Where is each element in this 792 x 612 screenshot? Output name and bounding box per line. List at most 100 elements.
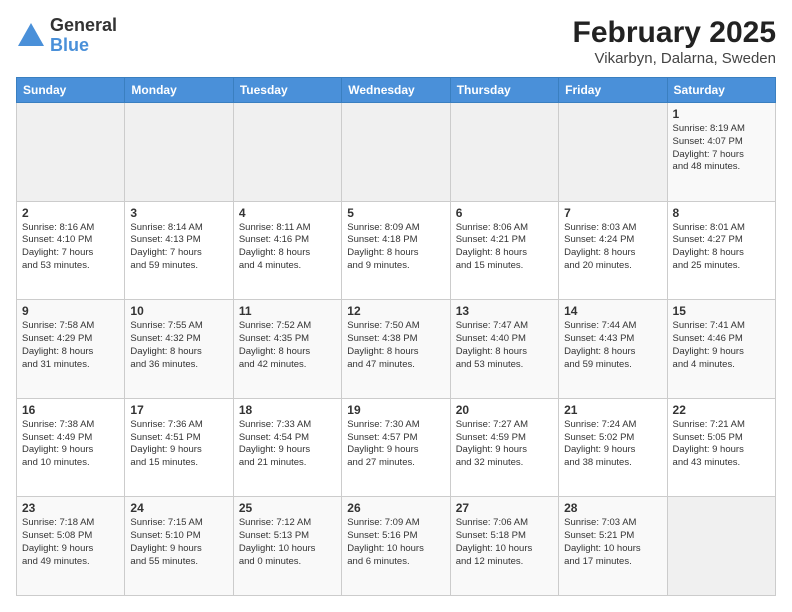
day-info: Sunrise: 7:06 AM Sunset: 5:18 PM Dayligh… — [456, 517, 553, 568]
day-number: 19 — [347, 403, 444, 417]
weekday-header: Thursday — [450, 78, 558, 103]
calendar-cell: 15 Sunrise: 7:41 AM Sunset: 4:46 PM Dayli… — [667, 300, 775, 399]
day-number: 6 — [456, 206, 553, 220]
calendar-cell: 12 Sunrise: 7:50 AM Sunset: 4:38 PM Dayli… — [342, 300, 450, 399]
day-info: Sunrise: 7:44 AM Sunset: 4:43 PM Dayligh… — [564, 320, 661, 371]
day-number: 1 — [673, 107, 770, 121]
day-number: 24 — [130, 501, 227, 515]
calendar-cell: 22 Sunrise: 7:21 AM Sunset: 5:05 PM Dayli… — [667, 398, 775, 497]
day-number: 18 — [239, 403, 336, 417]
logo-line1: General — [50, 16, 117, 36]
weekday-header: Friday — [559, 78, 667, 103]
day-info: Sunrise: 8:03 AM Sunset: 4:24 PM Dayligh… — [564, 222, 661, 273]
day-info: Sunrise: 7:12 AM Sunset: 5:13 PM Dayligh… — [239, 517, 336, 568]
day-info: Sunrise: 8:14 AM Sunset: 4:13 PM Dayligh… — [130, 222, 227, 273]
day-number: 14 — [564, 304, 661, 318]
day-number: 17 — [130, 403, 227, 417]
day-number: 26 — [347, 501, 444, 515]
day-number: 16 — [22, 403, 119, 417]
calendar-cell — [342, 103, 450, 202]
weekday-header: Saturday — [667, 78, 775, 103]
calendar-cell: 19 Sunrise: 7:30 AM Sunset: 4:57 PM Dayli… — [342, 398, 450, 497]
logo-icon — [16, 21, 46, 51]
day-number: 22 — [673, 403, 770, 417]
day-info: Sunrise: 8:01 AM Sunset: 4:27 PM Dayligh… — [673, 222, 770, 273]
day-info: Sunrise: 7:15 AM Sunset: 5:10 PM Dayligh… — [130, 517, 227, 568]
day-number: 10 — [130, 304, 227, 318]
calendar-cell: 18 Sunrise: 7:33 AM Sunset: 4:54 PM Dayli… — [233, 398, 341, 497]
day-info: Sunrise: 7:41 AM Sunset: 4:46 PM Dayligh… — [673, 320, 770, 371]
weekday-header: Tuesday — [233, 78, 341, 103]
day-info: Sunrise: 7:36 AM Sunset: 4:51 PM Dayligh… — [130, 419, 227, 470]
day-number: 25 — [239, 501, 336, 515]
calendar-cell: 16 Sunrise: 7:38 AM Sunset: 4:49 PM Dayli… — [17, 398, 125, 497]
calendar-cell: 24 Sunrise: 7:15 AM Sunset: 5:10 PM Dayli… — [125, 497, 233, 596]
calendar-cell: 10 Sunrise: 7:55 AM Sunset: 4:32 PM Dayli… — [125, 300, 233, 399]
day-number: 11 — [239, 304, 336, 318]
calendar-cell: 9Sunrise: 7:58 AM Sunset: 4:29 PM Daylig… — [17, 300, 125, 399]
calendar-cell — [450, 103, 558, 202]
calendar-cell: 11Sunrise: 7:52 AM Sunset: 4:35 PM Dayli… — [233, 300, 341, 399]
title-block: February 2025 Vikarbyn, Dalarna, Sweden — [573, 16, 776, 67]
logo: General Blue — [16, 16, 117, 56]
day-info: Sunrise: 8:11 AM Sunset: 4:16 PM Dayligh… — [239, 222, 336, 273]
calendar-cell: 5Sunrise: 8:09 AM Sunset: 4:18 PM Daylig… — [342, 201, 450, 300]
calendar-week-row: 1Sunrise: 8:19 AM Sunset: 4:07 PM Daylig… — [17, 103, 776, 202]
calendar-cell: 4 Sunrise: 8:11 AM Sunset: 4:16 PM Daylig… — [233, 201, 341, 300]
calendar-cell: 1Sunrise: 8:19 AM Sunset: 4:07 PM Daylig… — [667, 103, 775, 202]
calendar-cell: 27 Sunrise: 7:06 AM Sunset: 5:18 PM Dayli… — [450, 497, 558, 596]
weekday-header: Monday — [125, 78, 233, 103]
day-info: Sunrise: 7:33 AM Sunset: 4:54 PM Dayligh… — [239, 419, 336, 470]
calendar-body: 1Sunrise: 8:19 AM Sunset: 4:07 PM Daylig… — [17, 103, 776, 596]
calendar-cell: 3 Sunrise: 8:14 AM Sunset: 4:13 PM Daylig… — [125, 201, 233, 300]
day-number: 23 — [22, 501, 119, 515]
day-info: Sunrise: 8:09 AM Sunset: 4:18 PM Dayligh… — [347, 222, 444, 273]
day-info: Sunrise: 7:38 AM Sunset: 4:49 PM Dayligh… — [22, 419, 119, 470]
calendar-cell: 8 Sunrise: 8:01 AM Sunset: 4:27 PM Daylig… — [667, 201, 775, 300]
calendar-cell — [125, 103, 233, 202]
calendar-subtitle: Vikarbyn, Dalarna, Sweden — [573, 50, 776, 67]
day-info: Sunrise: 7:09 AM Sunset: 5:16 PM Dayligh… — [347, 517, 444, 568]
calendar-cell: 28Sunrise: 7:03 AM Sunset: 5:21 PM Dayli… — [559, 497, 667, 596]
calendar-cell: 25 Sunrise: 7:12 AM Sunset: 5:13 PM Dayli… — [233, 497, 341, 596]
calendar-cell: 6 Sunrise: 8:06 AM Sunset: 4:21 PM Daylig… — [450, 201, 558, 300]
day-info: Sunrise: 7:21 AM Sunset: 5:05 PM Dayligh… — [673, 419, 770, 470]
day-info: Sunrise: 7:55 AM Sunset: 4:32 PM Dayligh… — [130, 320, 227, 371]
calendar-cell — [233, 103, 341, 202]
calendar-cell: 23 Sunrise: 7:18 AM Sunset: 5:08 PM Dayli… — [17, 497, 125, 596]
calendar-cell: 20Sunrise: 7:27 AM Sunset: 4:59 PM Dayli… — [450, 398, 558, 497]
day-number: 15 — [673, 304, 770, 318]
day-number: 8 — [673, 206, 770, 220]
day-number: 4 — [239, 206, 336, 220]
weekday-header: Wednesday — [342, 78, 450, 103]
day-info: Sunrise: 7:24 AM Sunset: 5:02 PM Dayligh… — [564, 419, 661, 470]
logo-text: General Blue — [50, 16, 117, 56]
day-info: Sunrise: 7:03 AM Sunset: 5:21 PM Dayligh… — [564, 517, 661, 568]
day-number: 13 — [456, 304, 553, 318]
calendar-cell: 2 Sunrise: 8:16 AM Sunset: 4:10 PM Daylig… — [17, 201, 125, 300]
page: General Blue February 2025 Vikarbyn, Dal… — [0, 0, 792, 612]
day-info: Sunrise: 7:18 AM Sunset: 5:08 PM Dayligh… — [22, 517, 119, 568]
calendar-table: SundayMondayTuesdayWednesdayThursdayFrid… — [16, 77, 776, 596]
weekday-header-row: SundayMondayTuesdayWednesdayThursdayFrid… — [17, 78, 776, 103]
calendar-cell: 13 Sunrise: 7:47 AM Sunset: 4:40 PM Dayli… — [450, 300, 558, 399]
day-number: 27 — [456, 501, 553, 515]
day-info: Sunrise: 8:16 AM Sunset: 4:10 PM Dayligh… — [22, 222, 119, 273]
day-number: 7 — [564, 206, 661, 220]
day-number: 2 — [22, 206, 119, 220]
weekday-header: Sunday — [17, 78, 125, 103]
calendar-cell: 21 Sunrise: 7:24 AM Sunset: 5:02 PM Dayli… — [559, 398, 667, 497]
day-info: Sunrise: 8:06 AM Sunset: 4:21 PM Dayligh… — [456, 222, 553, 273]
calendar-cell — [17, 103, 125, 202]
day-info: Sunrise: 7:30 AM Sunset: 4:57 PM Dayligh… — [347, 419, 444, 470]
day-number: 3 — [130, 206, 227, 220]
day-info: Sunrise: 7:50 AM Sunset: 4:38 PM Dayligh… — [347, 320, 444, 371]
day-info: Sunrise: 7:47 AM Sunset: 4:40 PM Dayligh… — [456, 320, 553, 371]
calendar-cell: 17 Sunrise: 7:36 AM Sunset: 4:51 PM Dayli… — [125, 398, 233, 497]
day-number: 20 — [456, 403, 553, 417]
calendar-cell: 14 Sunrise: 7:44 AM Sunset: 4:43 PM Dayli… — [559, 300, 667, 399]
day-number: 12 — [347, 304, 444, 318]
logo-line2: Blue — [50, 36, 117, 56]
calendar-cell — [559, 103, 667, 202]
day-number: 21 — [564, 403, 661, 417]
